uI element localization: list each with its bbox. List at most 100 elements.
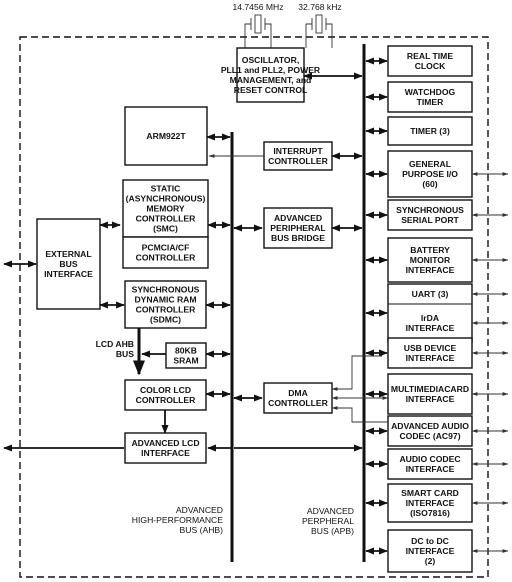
block-label-line: (SMC) xyxy=(153,224,178,234)
svg-text:PERPHERAL: PERPHERAL xyxy=(302,516,354,526)
lcd-ahb-bus-label: LCD AHB BUS xyxy=(96,339,135,359)
block-label-line: SYNCHRONOUS xyxy=(132,285,200,295)
sdram-controller-block: SYNCHRONOUSDYNAMIC RAMCONTROLLER(SDMC) xyxy=(124,280,207,329)
block-label-line: OSCILLATOR, xyxy=(242,55,299,65)
block-label-line: BUS BRIDGE xyxy=(271,233,325,243)
block-label-line: CONTROLLER xyxy=(136,253,196,263)
svg-text:BUS (AHB): BUS (AHB) xyxy=(180,525,224,535)
block-label-line: TIMER xyxy=(417,97,445,107)
block-label-line: (ASYNCHRONOUS) xyxy=(126,194,206,204)
svg-text:ADVANCED: ADVANCED xyxy=(176,505,223,515)
block-label-line: DMA xyxy=(288,388,308,398)
block-diagram: 14.7456 MHz 32.768 kHz OSCILLATOR,PLL1 a… xyxy=(3,2,509,578)
block-label-line: INTERFACE xyxy=(44,269,93,279)
block-label-line: (60) xyxy=(422,179,437,189)
block-label-line: SYNCHRONOUS xyxy=(396,205,464,215)
svg-text:ADVANCED: ADVANCED xyxy=(307,506,354,516)
svg-text:LCD AHB: LCD AHB xyxy=(96,339,134,349)
block-label-line: INTERFACE xyxy=(406,546,455,556)
sram-block: 80KBSRAM xyxy=(165,342,207,369)
block-label-line: CONTROLLER xyxy=(268,156,328,166)
block-label-line: USB DEVICE xyxy=(404,343,457,353)
static-memory-controller-block: STATIC(ASYNCHRONOUS)MEMORYCONTROLLER(SMC… xyxy=(122,179,209,238)
apb-bridge-block: ADVANCEDPERIPHERALBUS BRIDGE xyxy=(263,207,333,249)
apb-bus-label: ADVANCED PERPHERAL BUS (APB) xyxy=(302,506,354,536)
block-label-line: PURPOSE I/O xyxy=(402,169,458,179)
block-label-line: REAL TIME xyxy=(407,51,453,61)
block-label-line: CONTROLLER xyxy=(136,214,196,224)
crystal-14mhz: 14.7456 MHz xyxy=(232,2,284,48)
block-label-line: CONTROLLER xyxy=(136,395,196,405)
block-label-line: 80KB xyxy=(175,346,197,356)
block-label-line: INTERFACE xyxy=(406,394,455,404)
peripheral-block: AUDIO CODECINTERFACE xyxy=(365,448,509,480)
interrupt-controller-block: INTERRUPTCONTROLLER xyxy=(263,141,333,171)
block-label-line: GENERAL xyxy=(409,159,451,169)
block-label-line: WATCHDOG xyxy=(405,87,456,97)
block-label-line: SERIAL PORT xyxy=(401,215,459,225)
block-label-line: CONTROLLER xyxy=(268,398,328,408)
svg-text:HIGH-PERFORMANCE: HIGH-PERFORMANCE xyxy=(132,515,223,525)
block-label-line: BATTERY xyxy=(410,245,450,255)
block-label-line: SMART CARD xyxy=(401,488,459,498)
block-label-line: UART (3) xyxy=(412,289,449,299)
block-label-line: DYNAMIC RAM xyxy=(134,295,196,305)
color-lcd-controller-block: COLOR LCDCONTROLLER xyxy=(124,379,207,411)
block-label-line: ADVANCED AUDIO xyxy=(391,421,469,431)
ahb-bus-label: ADVANCED HIGH-PERFORMANCE BUS (AHB) xyxy=(132,505,223,535)
peripheral-block: BATTERYMONITORINTERFACE xyxy=(365,237,509,283)
peripheral-block: TIMER (3) xyxy=(365,116,473,146)
crystal-32khz: 32.768 kHz xyxy=(298,2,342,48)
block-label-line: MANAGEMENT, and xyxy=(230,75,312,85)
block-label-line: SRAM xyxy=(173,356,198,366)
block-label-line: MONITOR xyxy=(410,255,451,265)
external-bus-interface-block: EXTERNALBUSINTERFACE xyxy=(36,218,101,310)
peripheral-block: MULTIMEDIACARDINTERFACE xyxy=(365,373,509,415)
peripheral-block: GENERALPURPOSE I/O(60) xyxy=(365,150,509,198)
block-label-line: INTERFACE xyxy=(406,498,455,508)
oscillator-block: OSCILLATOR,PLL1 and PLL2, POWERMANAGEMEN… xyxy=(221,47,321,103)
block-label-line: INTERFACE xyxy=(406,353,455,363)
peripheral-block: WATCHDOGTIMER xyxy=(365,81,473,113)
block-label-line: ADVANCED xyxy=(274,213,322,223)
pcmcia-cf-controller-block: PCMCIA/CFCONTROLLER xyxy=(122,236,209,269)
peripheral-block: SMART CARDINTERFACE(ISO7816) xyxy=(365,483,509,523)
peripheral-block: DC to DCINTERFACE(2) xyxy=(365,529,509,573)
block-label-line: INTERFACE xyxy=(406,265,455,275)
block-label-line: EXTERNAL xyxy=(45,249,91,259)
block-label-line: CLOCK xyxy=(415,61,446,71)
block-label-line: CONTROLLER xyxy=(136,305,196,315)
block-label-line: DC to DC xyxy=(411,536,449,546)
advanced-lcd-interface-block: ADVANCED LCDINTERFACE xyxy=(124,432,207,464)
block-label-line: INTERRUPT xyxy=(273,146,323,156)
block-label-line: INTERFACE xyxy=(406,464,455,474)
block-label-line: PERIPHERAL xyxy=(270,223,325,233)
dma-controller-block: DMACONTROLLER xyxy=(263,382,333,414)
peripheral-block: USB DEVICEINTERFACE xyxy=(365,337,509,369)
block-label-line: MEMORY xyxy=(146,204,185,214)
svg-text:BUS: BUS xyxy=(116,349,134,359)
block-label-line: ADVANCED LCD xyxy=(131,438,199,448)
peripheral-block: SYNCHRONOUSSERIAL PORT xyxy=(365,199,509,231)
block-label-line: BUS xyxy=(59,259,77,269)
block-label-line: (2) xyxy=(425,556,436,566)
peripheral-block: ADVANCED AUDIOCODEC (AC97) xyxy=(365,415,509,447)
block-label-line: MULTIMEDIACARD xyxy=(391,384,469,394)
block-label-line: IrDA xyxy=(421,313,439,323)
block-label-line: ARM922T xyxy=(146,131,186,141)
crystal-label: 14.7456 MHz xyxy=(232,2,283,12)
arm922t-block: ARM922T xyxy=(124,106,208,166)
peripheral-block: UART (3) IrDAINTERFACE xyxy=(365,283,509,343)
block-label-line: INTERFACE xyxy=(141,448,190,458)
block-label-line: PLL1 and PLL2, POWER xyxy=(221,65,321,75)
block-label-line: INTERFACE xyxy=(406,323,455,333)
block-label-line: (ISO7816) xyxy=(410,508,450,518)
block-label-line: CODEC (AC97) xyxy=(399,431,460,441)
block-label-line: STATIC xyxy=(151,184,181,194)
peripheral-block: REAL TIMECLOCK xyxy=(365,45,473,77)
block-label-line: COLOR LCD xyxy=(140,385,191,395)
svg-text:BUS (APB): BUS (APB) xyxy=(311,526,354,536)
block-label-line: TIMER (3) xyxy=(410,126,450,136)
crystal-label: 32.768 kHz xyxy=(298,2,341,12)
block-label-line: PCMCIA/CF xyxy=(142,243,190,253)
